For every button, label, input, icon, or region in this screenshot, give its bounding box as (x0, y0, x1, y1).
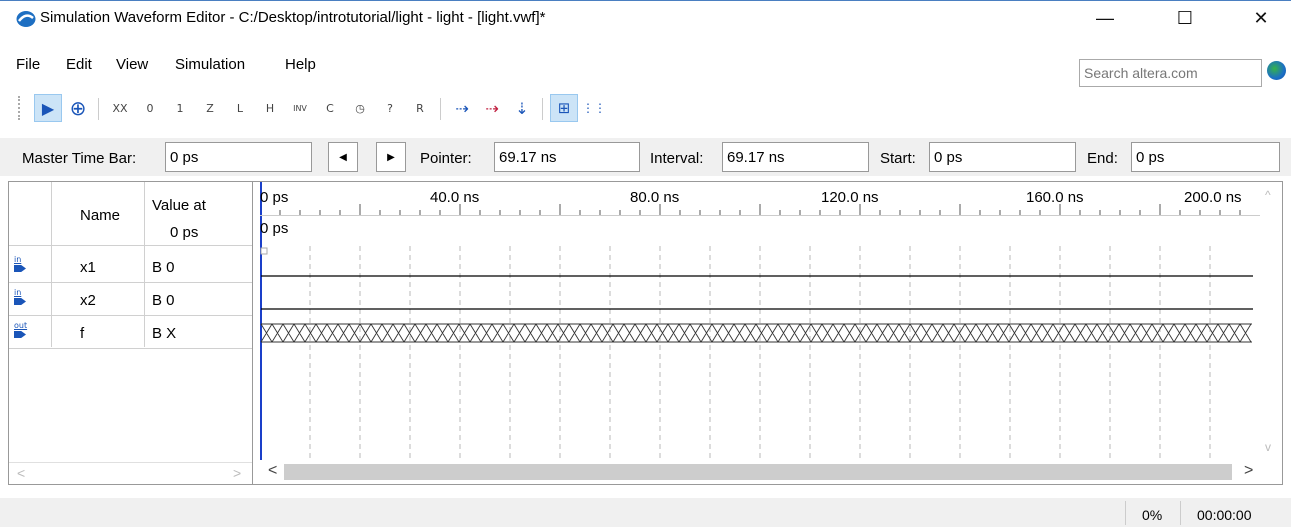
signal-value: B 0 (152, 259, 175, 276)
weak-low-icon[interactable]: L (226, 94, 254, 122)
toolbar: ▶ ⊕ XX 0 1 Z L H INV C ◷ ? R ⇢ ⇢ ⇣ ⊞ ⋮⋮ (0, 90, 1291, 126)
signal-row[interactable]: in x1 B 0 (9, 250, 252, 283)
input-pin-icon: in (14, 288, 28, 308)
menu-simulation[interactable]: Simulation (175, 56, 245, 73)
snap-to-grid-icon[interactable]: ⊞ (550, 94, 578, 122)
status-divider (1180, 501, 1181, 525)
status-bar: 0% 00:00:00 (0, 498, 1291, 527)
scrollbar-thumb[interactable] (284, 464, 1232, 480)
interval-field[interactable]: 69.17 ns (722, 142, 869, 172)
signal-name: x2 (80, 292, 96, 309)
menu-help[interactable]: Help (285, 56, 316, 73)
interval-label: Interval: (650, 150, 704, 167)
start-label: Start: (880, 150, 916, 167)
random-values-icon[interactable]: R (406, 94, 434, 122)
start-field[interactable]: 0 ps (929, 142, 1076, 172)
value-column-header[interactable]: Value at (152, 197, 206, 214)
force-high-icon[interactable]: 1 (166, 94, 194, 122)
end-field[interactable]: 0 ps (1131, 142, 1280, 172)
app-logo-icon (16, 11, 36, 27)
name-column-header[interactable]: Name (80, 207, 120, 224)
waveform-editor-frame: Name Value at 0 ps in x1 B 0 in x2 B 0 o… (8, 181, 1283, 485)
minimize-button[interactable]: — (1082, 5, 1128, 31)
value-column-header-time: 0 ps (170, 224, 199, 241)
signal-row[interactable]: in x2 B 0 (9, 283, 252, 316)
force-unknown-icon[interactable]: XX (106, 94, 134, 122)
signal-name: f (80, 325, 85, 342)
cursor-handle (260, 247, 268, 255)
sort-icon[interactable]: ⋮⋮ (580, 94, 608, 122)
menu-file[interactable]: File (16, 56, 40, 73)
scroll-right-icon[interactable]: > (1244, 462, 1253, 480)
end-label: End: (1087, 150, 1118, 167)
arbitrary-value-icon[interactable]: ? (376, 94, 404, 122)
pointer-label: Pointer: (420, 150, 472, 167)
time-scale-label: 0 ps (260, 189, 289, 206)
signal-list-header: Name Value at 0 ps (9, 182, 252, 246)
signal-list-panel: Name Value at 0 ps in x1 B 0 in x2 B 0 o… (9, 182, 253, 484)
toolbar-separator (98, 98, 99, 120)
toolbar-separator (542, 98, 543, 120)
count-value-icon[interactable]: C (316, 94, 344, 122)
time-scale-label: 40.0 ns (430, 189, 480, 206)
search-input[interactable]: Search altera.com (1079, 59, 1262, 87)
waveform-panel[interactable]: 0 ps 40.0 ns 80.0 ns 120.0 ns 160.0 ns 2… (260, 182, 1282, 484)
previous-transition-button[interactable]: ◀ (328, 142, 358, 172)
overwrite-clock-icon[interactable]: ◷ (346, 94, 374, 122)
waveform-hscrollbar[interactable]: < > (260, 460, 1282, 484)
scroll-up-icon[interactable]: ^ (1265, 188, 1271, 202)
select-arrow-icon[interactable]: ▶ (34, 94, 62, 122)
time-scale: 0 ps 40.0 ns 80.0 ns 120.0 ns 160.0 ns 2… (260, 182, 1260, 216)
scroll-left-icon[interactable]: < (268, 462, 277, 480)
scroll-right-icon[interactable]: > (233, 465, 241, 481)
signal-value: B 0 (152, 292, 175, 309)
elapsed-time-status: 00:00:00 (1197, 507, 1252, 523)
output-pin-icon: out (14, 321, 28, 341)
signal-list-hscrollbar[interactable]: < > (9, 462, 252, 484)
scroll-left-icon[interactable]: < (17, 465, 25, 481)
signal-value: B X (152, 325, 177, 342)
signal-name: x1 (80, 259, 96, 276)
next-transition-button[interactable]: ▶ (376, 142, 406, 172)
time-bar: Master Time Bar: 0 ps ◀ ▶ Pointer: 69.17… (0, 138, 1291, 176)
waveform-vscrollbar[interactable]: ^ v (1260, 182, 1282, 460)
force-low-icon[interactable]: 0 (136, 94, 164, 122)
weak-high-icon[interactable]: H (256, 94, 284, 122)
input-pin-icon: in (14, 255, 28, 275)
force-high-impedance-icon[interactable]: Z (196, 94, 224, 122)
signal-row[interactable]: out f B X (9, 316, 252, 349)
status-divider (1125, 501, 1126, 525)
run-functional-simulation-icon[interactable]: ⇢ (448, 94, 476, 122)
window-title: Simulation Waveform Editor - C:/Desktop/… (40, 9, 546, 26)
globe-icon[interactable] (1267, 61, 1286, 80)
menu-view[interactable]: View (116, 56, 148, 73)
progress-status: 0% (1142, 507, 1163, 523)
run-timing-simulation-icon[interactable]: ⇢ (478, 94, 506, 122)
scroll-down-icon[interactable]: v (1265, 440, 1271, 454)
master-time-bar-marker-label: 0 ps (260, 220, 289, 237)
time-scale-label: 200.0 ns (1184, 189, 1242, 206)
time-scale-label: 120.0 ns (821, 189, 879, 206)
time-scale-label: 160.0 ns (1026, 189, 1084, 206)
toolbar-separator (440, 98, 441, 120)
toolbar-grip[interactable] (18, 96, 22, 120)
master-time-bar-field[interactable]: 0 ps (165, 142, 312, 172)
close-button[interactable]: ✕ (1238, 5, 1284, 31)
pointer-field[interactable]: 69.17 ns (494, 142, 640, 172)
title-bar: Simulation Waveform Editor - C:/Desktop/… (0, 0, 1291, 34)
time-scale-label: 80.0 ns (630, 189, 680, 206)
menu-edit[interactable]: Edit (66, 56, 92, 73)
master-time-bar-label: Master Time Bar: (22, 150, 137, 167)
invert-icon[interactable]: INV (286, 94, 314, 122)
zoom-icon[interactable]: ⊕ (64, 94, 92, 122)
generate-netlist-icon[interactable]: ⇣ (508, 94, 536, 122)
master-time-bar-row: 0 ps (260, 216, 1260, 246)
maximize-button[interactable]: ☐ (1162, 5, 1208, 31)
